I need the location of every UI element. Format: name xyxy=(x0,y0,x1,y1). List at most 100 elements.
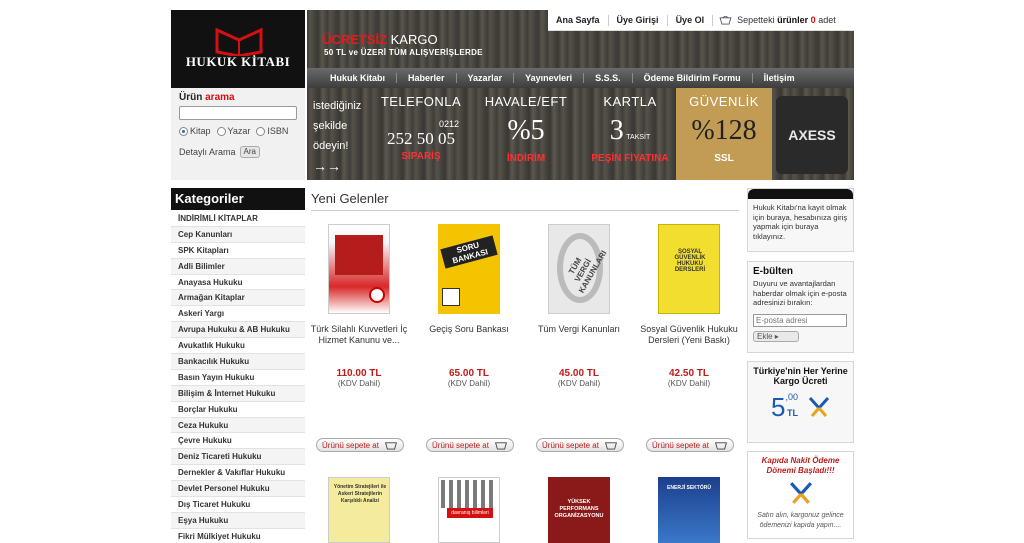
category-item[interactable]: Bankacılık Hukuku xyxy=(171,354,305,370)
radio-icon xyxy=(256,126,266,136)
newsletter-box: E-bülten Duyuru ve avantajlardan haberda… xyxy=(747,261,854,353)
add-to-cart-button[interactable]: Ürünü sepete at xyxy=(316,438,404,452)
product-card: YÜKSEK PERFORMANS ORGANİZASYONU xyxy=(529,477,629,543)
cart-count: 0 xyxy=(810,15,816,25)
advanced-search-link[interactable]: Detaylı Arama xyxy=(179,147,236,157)
category-list: İNDİRİMLİ KİTAPLAR Cep Kanunları SPK Kit… xyxy=(171,211,305,543)
product-search: Ürün arama Kitap Yazar ISBN Detaylı Aram… xyxy=(171,88,305,180)
product-name[interactable]: Sosyal Güvenlik Hukuku Dersleri (Yeni Ba… xyxy=(639,324,739,358)
newsletter-add-button[interactable]: Ekle ▸ xyxy=(753,330,799,342)
newsletter-email-input[interactable] xyxy=(753,313,847,327)
cart-icon xyxy=(495,441,507,450)
category-item[interactable]: Borçlar Hukuku xyxy=(171,402,305,418)
category-item[interactable]: Çevre Hukuku xyxy=(171,433,305,450)
promo-kart: KARTLA 3 TAKSİT PEŞİN FİYATINA xyxy=(591,94,669,164)
nav-yazarlar[interactable]: Yazarlar xyxy=(457,73,515,83)
book-cover[interactable]: SOSYAL GÜVENLİK HUKUKU DERSLERİ xyxy=(658,224,720,314)
search-button[interactable]: Ara xyxy=(239,146,260,158)
category-item[interactable]: Bilişim & İnternet Hukuku xyxy=(171,385,305,402)
login-register-text[interactable]: Hukuk Kitabı'na kayıt olmak için buraya,… xyxy=(748,199,853,245)
add-to-cart-button[interactable]: Ürünü sepete at xyxy=(646,438,734,452)
search-input[interactable] xyxy=(179,106,297,120)
search-label: Ürün arama xyxy=(179,92,235,103)
radio-kitap[interactable]: Kitap xyxy=(179,126,211,136)
yurtici-kargo-logo-icon xyxy=(789,482,812,504)
nav-hukuk-kitabi[interactable]: Hukuk Kitabı xyxy=(319,73,398,83)
site-logo[interactable]: HUKUK KİTABI xyxy=(171,10,305,88)
top-links: Ana Sayfa Üye Girişi Üye Ol Sepetteki ür… xyxy=(548,10,854,31)
free-shipping-subtitle: 50 TL ve ÜZERİ TÜM ALIŞVERİŞLERDE xyxy=(324,48,483,57)
shipping-fee: 5,00 TL xyxy=(748,392,853,422)
product-kdv: (KDV Dahil) xyxy=(667,379,711,388)
yurtici-kargo-logo-icon xyxy=(808,396,830,417)
category-item[interactable]: SPK Kitapları xyxy=(171,243,305,259)
book-cover[interactable]: Yönetim Stratejileri ile Askeri Strateji… xyxy=(328,477,390,543)
arrow-right-icon: →→ xyxy=(313,158,341,174)
product-name[interactable]: Tüm Vergi Kanunları xyxy=(529,324,629,358)
nav-sss[interactable]: S.S.S. xyxy=(584,73,633,83)
category-item[interactable]: İNDİRİMLİ KİTAPLAR xyxy=(171,211,305,227)
nav-haberler[interactable]: Haberler xyxy=(397,73,457,83)
radio-yazar[interactable]: Yazar xyxy=(216,126,250,136)
category-item[interactable]: Avrupa Hukuku & AB Hukuku xyxy=(171,322,305,339)
product-price: 110.00 TL xyxy=(336,368,382,379)
add-to-cart-button[interactable]: Ürünü sepete at xyxy=(426,438,514,452)
book-cover[interactable] xyxy=(328,224,390,314)
divider xyxy=(311,210,739,211)
nav-iletisim[interactable]: İletişim xyxy=(753,73,806,83)
category-item[interactable]: Fikri Mülkiyet Hukuku xyxy=(171,529,305,543)
category-item[interactable]: Anayasa Hukuku xyxy=(171,275,305,291)
new-arrivals-title: Yeni Gelenler xyxy=(311,191,389,206)
nav-yayinevleri[interactable]: Yayınevleri xyxy=(514,73,585,83)
newsletter-text: Duyuru ve avantajlardan haberdar olmak i… xyxy=(753,279,847,307)
home-link[interactable]: Ana Sayfa xyxy=(548,14,609,26)
product-card: ENERJİ SEKTÖRÜ xyxy=(639,477,739,543)
categories-title: Kategoriler xyxy=(171,188,305,210)
category-item[interactable]: Dış Ticaret Hukuku xyxy=(171,497,305,513)
cash-on-delivery-box[interactable]: Kapıda Nakit Ödeme Dönemi Başladı!!! Sat… xyxy=(747,451,854,539)
product-card: davranış bilimleri xyxy=(419,477,519,543)
product-card: Yönetim Stratejileri ile Askeri Strateji… xyxy=(309,477,409,543)
shipping-price: 5,00 TL xyxy=(771,392,798,422)
product-name[interactable]: Türk Silahlı Kuvvetleri İç Hizmet Kanunu… xyxy=(309,324,409,358)
cart-icon xyxy=(715,441,727,450)
book-cover[interactable]: davranış bilimleri xyxy=(438,477,500,543)
login-register-box: Hukuk Kitabı'na kayıt olmak için buraya,… xyxy=(747,188,854,252)
category-item[interactable]: Ceza Hukuku xyxy=(171,417,305,434)
radio-isbn[interactable]: ISBN xyxy=(256,126,288,136)
cart-icon[interactable] xyxy=(719,15,732,25)
category-item[interactable]: Askeri Yargı xyxy=(171,306,305,323)
cart-summary[interactable]: Sepetteki ürünler 0 adet xyxy=(732,15,836,25)
product-name[interactable]: Geçiş Soru Bankası xyxy=(419,324,519,358)
category-item[interactable]: Dernekler & Vakıflar Hukuku xyxy=(171,465,305,482)
register-link[interactable]: Üye Ol xyxy=(668,14,714,26)
newsletter-title: E-bülten xyxy=(753,266,793,277)
add-to-cart-button[interactable]: Ürünü sepete at xyxy=(536,438,624,452)
category-item[interactable]: Adli Bilimler xyxy=(171,258,305,275)
book-cover[interactable]: YÜKSEK PERFORMANS ORGANİZASYONU xyxy=(548,477,610,543)
category-item[interactable]: Devlet Personel Hukuku xyxy=(171,481,305,498)
category-item[interactable]: Armağan Kitaplar xyxy=(171,290,305,307)
category-item[interactable]: Basın Yayın Hukuku xyxy=(171,370,305,386)
category-item[interactable]: Deniz Ticareti Hukuku xyxy=(171,449,305,466)
promo-lead: istediğiniz şekilde ödeyin! →→ xyxy=(313,100,362,174)
free-shipping-title: ÜCRETSİZ KARGO xyxy=(322,32,438,47)
book-cover[interactable]: SORU BANKASI xyxy=(438,224,500,314)
cod-title: Kapıda Nakit Ödeme Dönemi Başladı!!! xyxy=(761,456,840,475)
login-link[interactable]: Üye Girişi xyxy=(609,14,668,26)
category-item[interactable]: Eşya Hukuku xyxy=(171,512,305,529)
book-cover[interactable]: ENERJİ SEKTÖRÜ xyxy=(658,477,720,543)
nav-odeme-bildirim[interactable]: Ödeme Bildirim Formu xyxy=(633,73,753,83)
category-item[interactable]: Cep Kanunları xyxy=(171,226,305,243)
product-price: 42.50 TL xyxy=(668,368,710,379)
cart-icon xyxy=(605,441,617,450)
radio-icon xyxy=(216,126,226,136)
product-kdv: (KDV Dahil) xyxy=(337,379,381,388)
payment-promo-banner[interactable]: istediğiniz şekilde ödeyin! →→ TELEFONLA… xyxy=(307,88,854,180)
book-logo-icon xyxy=(215,27,263,56)
book-cover[interactable]: TÜM VERGİ KANUNLARI xyxy=(548,224,610,314)
shipping-fee-box: Türkiye'nin Her Yerine Kargo Ücreti 5,00… xyxy=(747,361,854,443)
advanced-search: Detaylı Arama Ara xyxy=(179,146,297,158)
category-item[interactable]: Avukatlık Hukuku xyxy=(171,338,305,355)
product-card: SOSYAL GÜVENLİK HUKUKU DERSLERİ Sosyal G… xyxy=(639,224,739,452)
